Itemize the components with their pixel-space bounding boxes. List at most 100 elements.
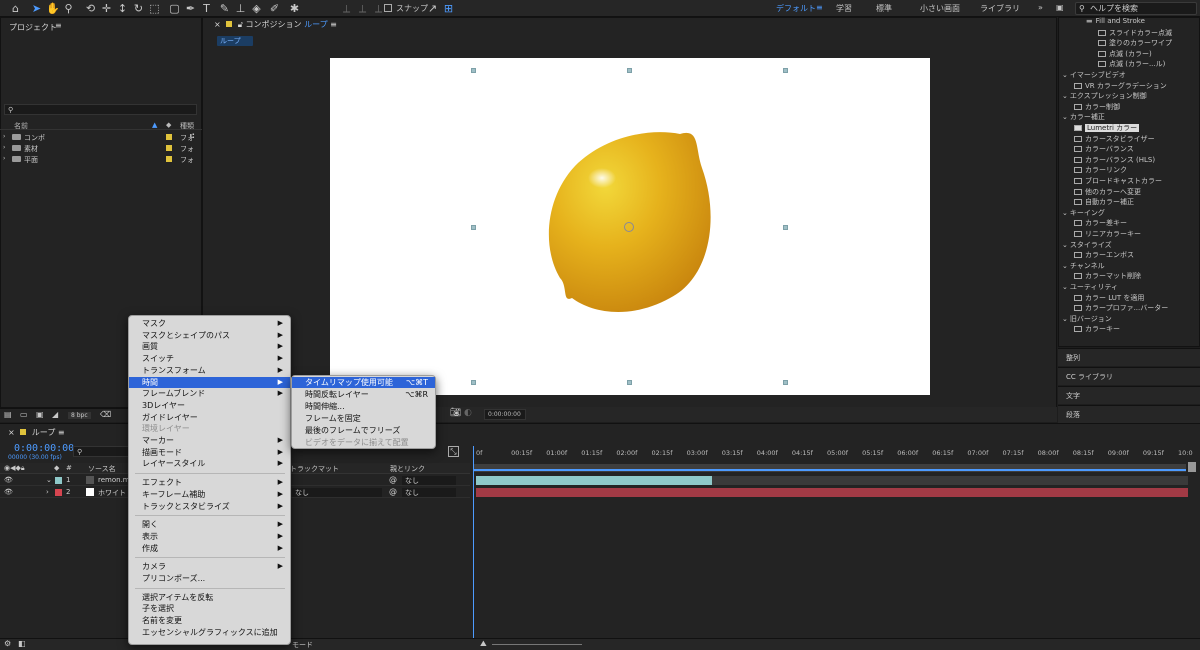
project-item-footage[interactable]: › 素材 フォ <box>0 143 202 154</box>
expand-icon[interactable]: ⌄ <box>1062 209 1068 217</box>
paragraph-panel[interactable]: 段落 <box>1058 405 1200 423</box>
layer-name[interactable]: remon.m <box>98 476 130 484</box>
bounding-handle[interactable] <box>627 68 632 73</box>
snap-checkbox[interactable] <box>384 4 392 12</box>
brush-tool-icon[interactable]: ✎ <box>218 2 231 15</box>
context-menu-item[interactable]: カメラ ▶ <box>129 561 290 572</box>
layer-label-swatch[interactable] <box>55 477 62 484</box>
layer-label-swatch[interactable] <box>55 489 62 496</box>
new-folder-icon[interactable]: ▭ <box>20 410 28 419</box>
expand-icon[interactable]: ⌄ <box>1062 113 1068 121</box>
workspace-standard[interactable]: 標準 <box>876 3 892 14</box>
zoom-tool-icon[interactable]: ⚲ <box>62 2 75 15</box>
effect-item[interactable]: ブロードキャストカラー <box>1074 176 1162 186</box>
submenu-item[interactable]: 最後のフレームでフリーズ <box>292 425 435 436</box>
layer-bar[interactable] <box>476 488 1188 497</box>
effect-category[interactable]: ⌄ 旧バージョン <box>1062 314 1112 324</box>
bounding-handle[interactable] <box>783 225 788 230</box>
cc-library-panel[interactable]: CC ライブラリ <box>1058 367 1200 385</box>
timeline-tab[interactable]: × ループ ≡ <box>8 427 65 438</box>
context-menu-item[interactable]: ガイドレイヤー <box>129 412 290 423</box>
rectangle-tool-icon[interactable]: ▢ <box>168 2 181 15</box>
home-icon[interactable]: ⌂ <box>9 2 22 15</box>
bounding-handle[interactable] <box>783 380 788 385</box>
submenu-item[interactable]: フレームを固定 <box>292 413 435 424</box>
expand-icon[interactable]: ⌄ <box>46 476 52 484</box>
effect-item[interactable]: スライドカラー点滅 <box>1098 28 1172 38</box>
col-type[interactable]: 種類 <box>180 121 194 131</box>
context-menu-item[interactable]: マスクとシェイプのパス ▶ <box>129 330 290 341</box>
clone-stamp-tool-icon[interactable]: ⊥ <box>234 2 247 15</box>
trackmatte-select[interactable]: なし <box>292 488 382 497</box>
pickwhip-icon[interactable]: @ <box>389 475 397 484</box>
viewer-timecode[interactable]: 0:00:00:00 <box>484 409 526 420</box>
expand-icon[interactable]: ⌄ <box>1062 92 1068 100</box>
context-menu-item[interactable]: 時間 ▶ <box>129 376 290 388</box>
effect-item[interactable]: カラーバランス (HLS) <box>1074 155 1155 165</box>
submenu-item[interactable]: タイムリマップ使用可能 ⌥⌘T <box>292 377 435 388</box>
expand-icon[interactable]: ⌄ <box>1062 262 1068 270</box>
expand-icon[interactable]: ⌄ <box>1062 241 1068 249</box>
effect-item[interactable]: カラーバランス <box>1074 144 1134 154</box>
effect-category[interactable]: ⌄ ユーティリティ <box>1062 282 1118 292</box>
rotate-tool-icon[interactable]: ↻ <box>132 2 145 15</box>
context-menu-item[interactable]: プリコンポーズ... <box>129 573 290 584</box>
mode-toggle[interactable]: モード <box>292 640 313 650</box>
project-item-solid[interactable]: › 平面 フォ <box>0 154 202 165</box>
context-menu-item[interactable]: スイッチ ▶ <box>129 353 290 364</box>
effect-item[interactable]: 点滅 (カラー) <box>1098 49 1152 59</box>
effect-category[interactable]: ⌄ エクスプレッション制御 <box>1062 91 1147 101</box>
pan-tool-icon[interactable]: ✛ <box>100 2 113 15</box>
close-icon[interactable]: × <box>214 20 221 29</box>
panel-menu-icon[interactable]: ≡ <box>55 21 62 30</box>
expand-icon[interactable]: › <box>3 155 5 162</box>
text-tool-icon[interactable]: T <box>200 2 213 15</box>
composition-tab[interactable]: × 🔓︎ コンポジション ループ ≡ <box>214 19 337 30</box>
label-swatch[interactable] <box>166 145 172 151</box>
effect-item[interactable]: カラーリンク <box>1074 165 1127 175</box>
bpc-button[interactable]: 8 bpc <box>68 412 91 419</box>
workspace-small[interactable]: 小さい画面 <box>920 3 960 14</box>
effect-category[interactable]: ⌄ チャンネル <box>1062 261 1105 271</box>
sync-icon[interactable]: ▣ <box>1056 3 1064 12</box>
workspace-learn[interactable]: 学習 <box>836 3 852 14</box>
bounding-handle[interactable] <box>627 380 632 385</box>
effect-item[interactable]: カラーエンボス <box>1074 250 1134 260</box>
context-menu-item[interactable]: 表示 ▶ <box>129 531 290 542</box>
context-menu-item[interactable]: エフェクト ▶ <box>129 477 290 488</box>
zoom-slider[interactable] <box>492 644 582 645</box>
close-icon[interactable]: × <box>8 428 15 437</box>
sort-icon[interactable]: ▲ <box>152 121 157 129</box>
workspace-menu-icon[interactable]: ≡ <box>816 3 823 12</box>
context-menu-item[interactable]: 名前を変更 <box>129 615 290 626</box>
align-panel[interactable]: 整列 <box>1058 348 1200 366</box>
work-area-bar[interactable] <box>474 469 1186 471</box>
delete-icon[interactable]: ⌫ <box>100 410 111 419</box>
composition-breadcrumb[interactable]: ループ <box>217 36 253 46</box>
composition-canvas[interactable] <box>330 58 930 395</box>
time-ruler[interactable]: 0f 00:15f 01:00f 01:15f 02:00f 02:15f 03:00f 03… <box>472 446 1193 464</box>
label-swatch[interactable] <box>166 134 172 140</box>
hand-tool-icon[interactable]: ✋ <box>46 2 60 15</box>
expand-icon[interactable]: › <box>3 144 5 151</box>
work-area-end-handle[interactable] <box>1188 462 1196 472</box>
expand-icon[interactable]: › <box>46 488 49 496</box>
workspace-default[interactable]: デフォルト <box>776 3 816 14</box>
effect-item[interactable]: 自動カラー補正 <box>1074 197 1134 207</box>
effect-category[interactable]: ⌄ カラー補正 <box>1062 112 1105 122</box>
axis-local-icon[interactable]: ⟂ <box>340 2 353 15</box>
help-search-input[interactable]: ⚲ ヘルプを検索 <box>1075 2 1197 15</box>
effect-item[interactable]: 塗りのカラーワイプ <box>1098 38 1172 48</box>
bounding-handle[interactable] <box>471 380 476 385</box>
col-trackmatte[interactable]: トラックマット <box>290 464 339 474</box>
graph-editor-icon[interactable]: ⤡ <box>448 446 459 457</box>
parent-select[interactable]: なし <box>402 488 456 497</box>
snapshot-icon[interactable]: 📷︎ <box>450 408 461 418</box>
context-menu-item[interactable]: マスク ▶ <box>129 318 290 329</box>
context-menu-item[interactable]: 3Dレイヤー <box>129 400 290 411</box>
interpret-footage-icon[interactable]: ▤ <box>4 410 12 419</box>
effect-item[interactable]: VR カラーグラデーション <box>1074 81 1167 91</box>
context-menu-item[interactable]: 選択アイテムを反転 <box>129 592 290 603</box>
panel-menu-icon[interactable]: ≡ <box>330 20 337 29</box>
pen-tool-icon[interactable]: ✒ <box>184 2 197 15</box>
